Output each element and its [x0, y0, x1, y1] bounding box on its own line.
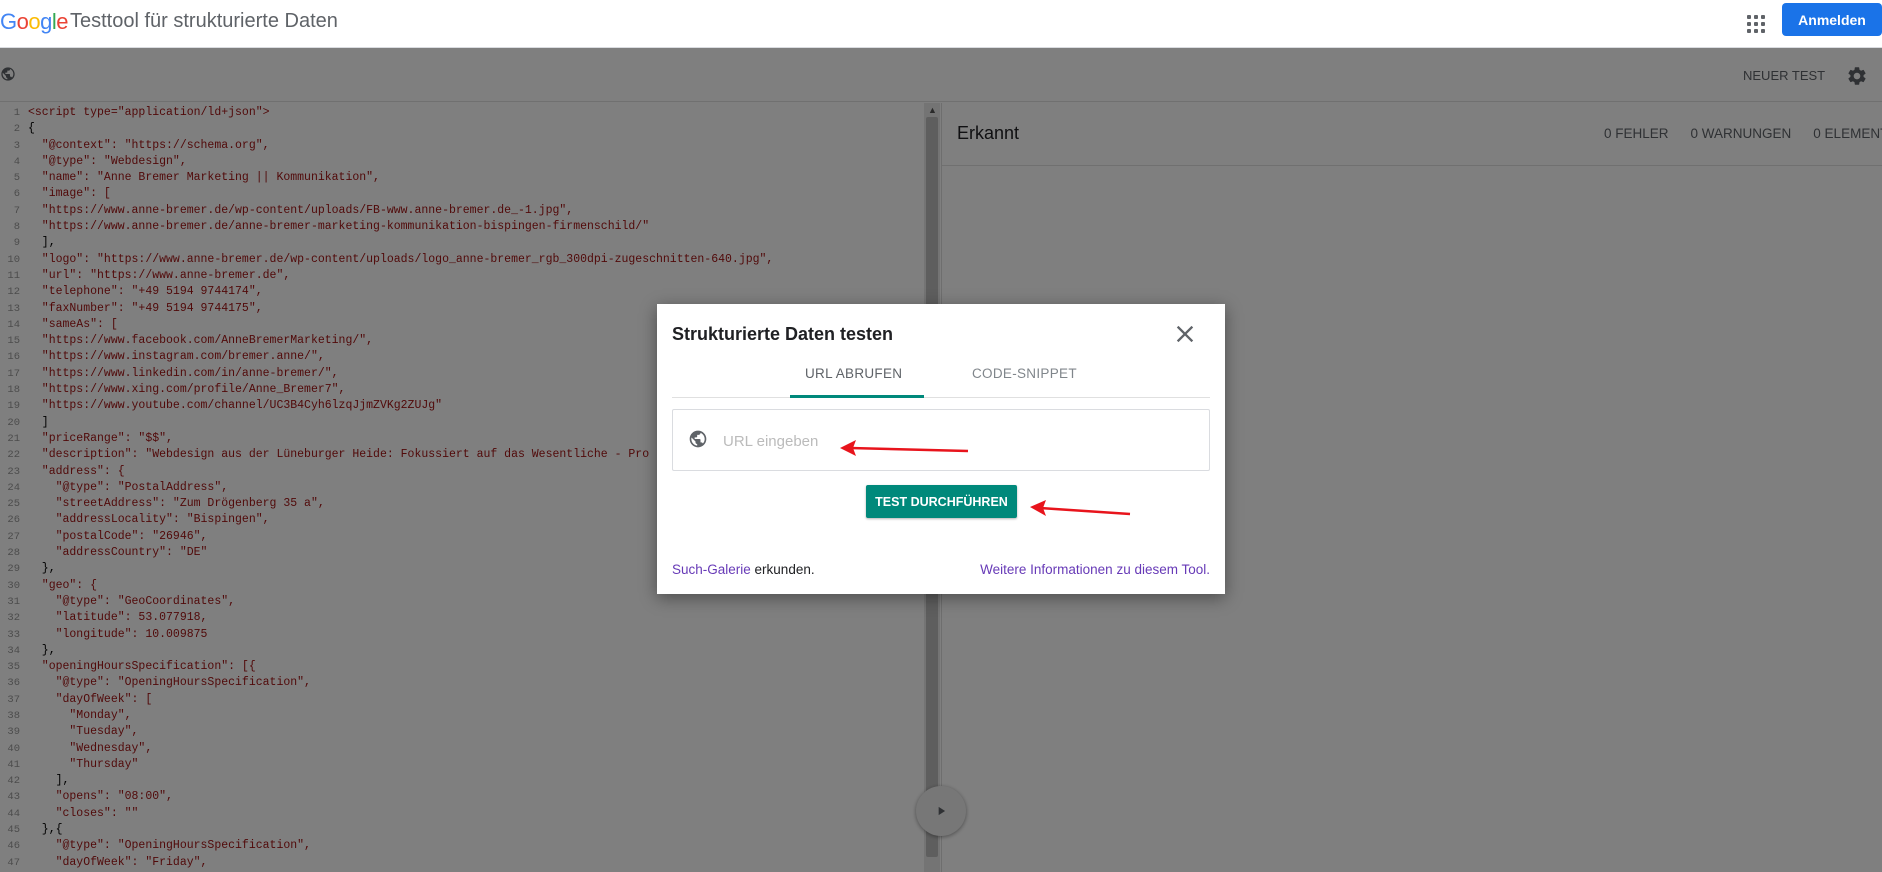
logo-letter: o — [28, 9, 41, 34]
gallery-text: Such-Galerie erkunden. — [672, 562, 815, 577]
search-gallery-link[interactable]: Such-Galerie — [672, 562, 751, 577]
dialog-title: Strukturierte Daten testen — [672, 324, 894, 344]
logo-letter: G — [0, 9, 17, 34]
google-logo[interactable]: Google — [0, 9, 69, 35]
globe-icon — [688, 429, 708, 454]
more-info-link[interactable]: Weitere Informationen zu diesem Tool. — [980, 562, 1210, 577]
annotation-arrow-url — [840, 440, 969, 456]
tab-url[interactable]: URL ABRUFEN — [805, 366, 902, 381]
app-title: Testtool für strukturierte Daten — [70, 10, 338, 32]
logo-letter: g — [40, 9, 52, 34]
top-bar: Google Testtool für strukturierte Daten … — [0, 0, 1882, 48]
active-tab-indicator — [790, 395, 924, 398]
dialog-tabs: URL ABRUFEN CODE-SNIPPET — [672, 348, 1210, 398]
logo-letter: e — [56, 9, 69, 34]
signin-button[interactable]: Anmelden — [1782, 3, 1882, 36]
apps-grid-icon[interactable] — [1744, 12, 1768, 36]
run-test-button[interactable]: TEST DURCHFÜHREN — [866, 485, 1017, 518]
tab-code-snippet[interactable]: CODE-SNIPPET — [972, 366, 1077, 381]
close-icon[interactable] — [1171, 320, 1199, 348]
logo-letter: o — [16, 9, 29, 34]
annotation-arrow-run — [1030, 500, 1131, 516]
gallery-suffix: erkunden. — [750, 562, 815, 577]
